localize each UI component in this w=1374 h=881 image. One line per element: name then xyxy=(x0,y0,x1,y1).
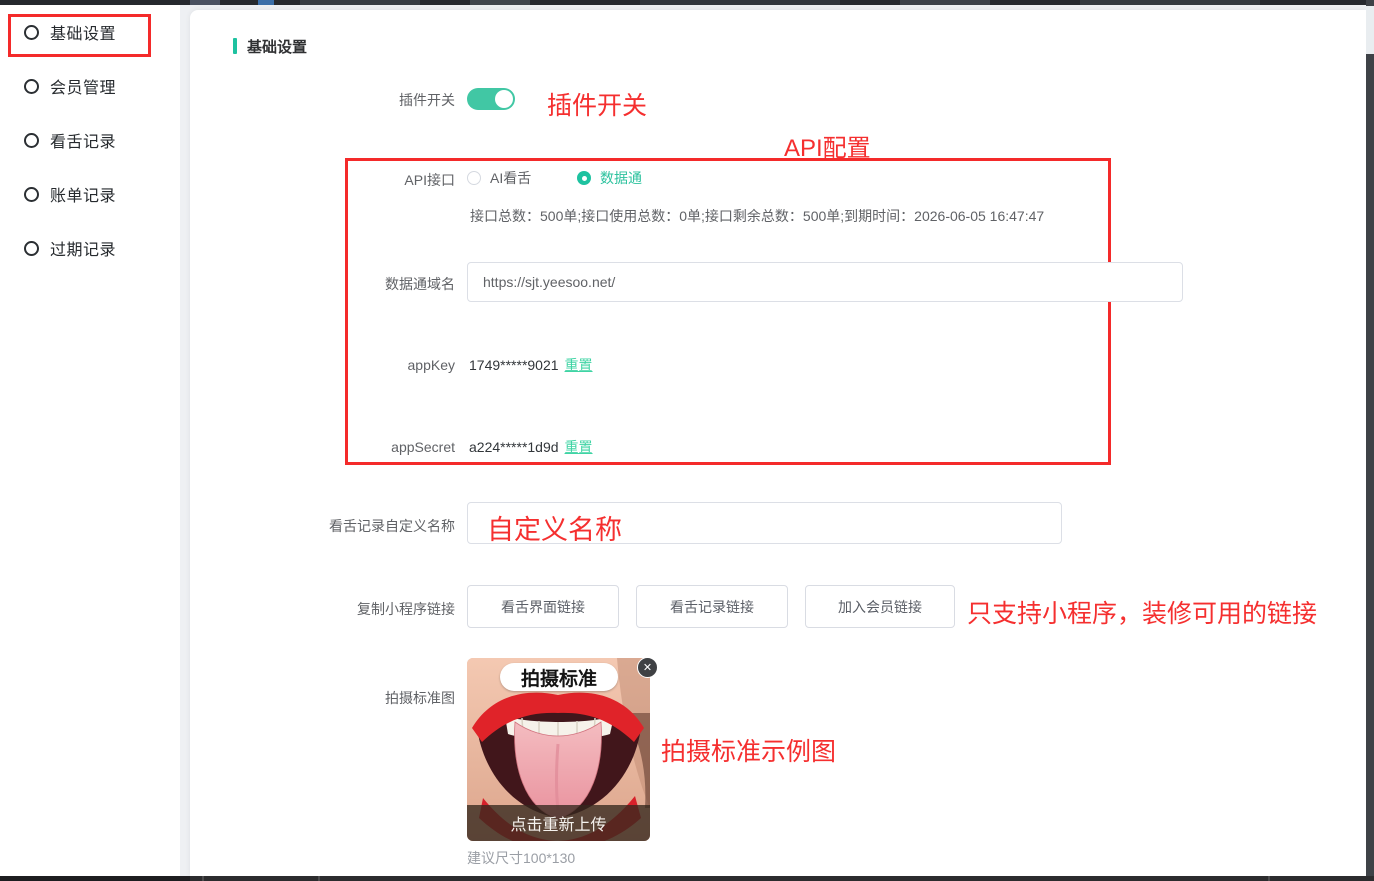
sidebar-item-member-management[interactable]: 会员管理 xyxy=(0,69,180,103)
api-quota-info: 接口总数：500单;接口使用总数：0单;接口剩余总数：500单;到期时间：202… xyxy=(470,206,1044,226)
sidebar-item-label: 会员管理 xyxy=(50,74,116,98)
circle-icon xyxy=(24,133,39,148)
button-label: 看舌界面链接 xyxy=(501,597,585,617)
close-icon[interactable]: ✕ xyxy=(637,657,658,678)
reupload-overlay[interactable]: 点击重新上传 xyxy=(467,805,650,841)
sidebar-item-tongue-records[interactable]: 看舌记录 xyxy=(0,123,180,157)
appsecret-label: appSecret xyxy=(295,437,455,457)
domain-label: 数据通域名 xyxy=(295,274,455,294)
sidebar-item-label: 看舌记录 xyxy=(50,128,116,152)
annotation-box-active-item xyxy=(8,14,151,57)
appsecret-reset-link[interactable]: 重置 xyxy=(565,439,593,455)
radio-label: AI看舌 xyxy=(490,168,531,188)
standard-image-label: 拍摄标准图 xyxy=(295,688,455,708)
tongue-ui-link-button[interactable]: 看舌界面链接 xyxy=(467,585,619,628)
photo-badge: 拍摄标准 xyxy=(500,663,618,691)
plugin-switch-toggle[interactable] xyxy=(467,88,515,110)
domain-input[interactable] xyxy=(467,262,1183,302)
sidebar-item-label: 过期记录 xyxy=(50,236,116,260)
appkey-label: appKey xyxy=(295,355,455,375)
vertical-scrollbar[interactable] xyxy=(1366,0,1374,881)
sidebar-item-expired-records[interactable]: 过期记录 xyxy=(0,231,180,265)
radio-ai-tongue[interactable]: AI看舌 xyxy=(467,168,531,188)
join-member-link-button[interactable]: 加入会员链接 xyxy=(805,585,955,628)
annotation-links-note: 只支持小程序，装修可用的链接 xyxy=(967,594,1317,630)
appkey-row: 1749*****9021 重置 xyxy=(469,355,593,375)
settings-page: 基础设置 会员管理 看舌记录 账单记录 过期记录 基础设置 插件开关 插件开关 xyxy=(0,0,1374,881)
copy-links-label: 复制小程序链接 xyxy=(295,599,455,619)
annotation-switch: 插件开关 xyxy=(547,86,647,122)
radio-selected-icon xyxy=(577,171,591,185)
page-title: 基础设置 xyxy=(247,36,307,57)
plugin-switch-label: 插件开关 xyxy=(295,90,455,110)
section-accent-bar xyxy=(233,38,237,54)
appkey-reset-link[interactable]: 重置 xyxy=(565,357,593,373)
annotation-custom-name: 自定义名称 xyxy=(487,508,622,547)
radio-data-tong[interactable]: 数据通 xyxy=(577,168,642,188)
radio-unselected-icon xyxy=(467,171,481,185)
circle-icon xyxy=(24,187,39,202)
sidebar-item-label: 账单记录 xyxy=(50,182,116,206)
appsecret-value: a224*****1d9d xyxy=(469,439,559,455)
top-cutoff-strip xyxy=(0,0,1374,5)
sidebar: 基础设置 会员管理 看舌记录 账单记录 过期记录 xyxy=(0,5,180,876)
circle-icon xyxy=(24,241,39,256)
standard-image-uploader: 拍摄标准 点击重新上传 ✕ xyxy=(467,658,650,841)
annotation-box-api xyxy=(345,158,1111,465)
api-interface-label: API接口 xyxy=(295,170,455,190)
circle-icon xyxy=(24,79,39,94)
scrollbar-thumb[interactable] xyxy=(1366,6,1374,54)
tongue-photo[interactable]: 拍摄标准 点击重新上传 xyxy=(467,658,650,841)
bottom-cutoff-strip xyxy=(0,876,1374,881)
toggle-knob-icon xyxy=(495,90,513,108)
button-label: 看舌记录链接 xyxy=(670,597,754,617)
button-label: 加入会员链接 xyxy=(838,597,922,617)
tongue-record-link-button[interactable]: 看舌记录链接 xyxy=(636,585,788,628)
radio-label: 数据通 xyxy=(600,168,642,188)
annotation-image-note: 拍摄标准示例图 xyxy=(661,732,836,768)
size-hint: 建议尺寸100*130 xyxy=(467,848,575,868)
custom-name-label: 看舌记录自定义名称 xyxy=(281,516,455,536)
main-content-card: 基础设置 插件开关 插件开关 API配置 API接口 AI看舌 数据通 接口总数… xyxy=(190,10,1366,876)
sidebar-item-bill-records[interactable]: 账单记录 xyxy=(0,177,180,211)
appkey-value: 1749*****9021 xyxy=(469,357,559,373)
appsecret-row: a224*****1d9d 重置 xyxy=(469,437,593,457)
